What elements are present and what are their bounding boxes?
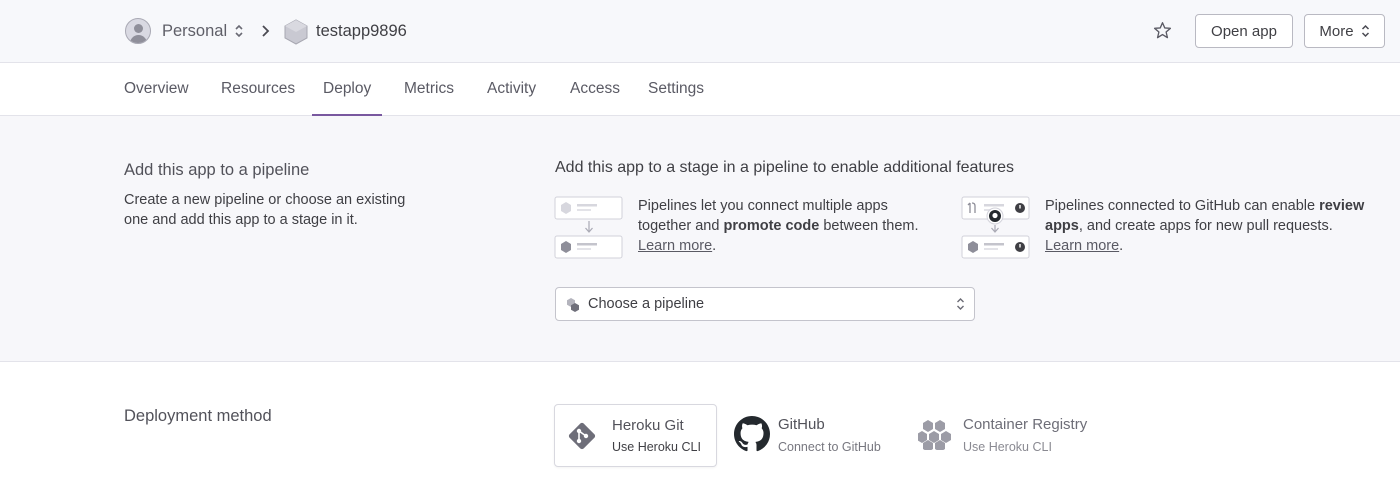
deploy-method-github[interactable]: GitHub Connect to GitHub <box>733 410 903 462</box>
pipeline-feature-review-apps: Pipelines connected to GitHub can enable… <box>1045 196 1364 256</box>
tab-activity[interactable]: Activity <box>487 80 536 98</box>
feature-text: together and <box>638 218 724 234</box>
feature-text-line: together and promote code between them. <box>638 216 919 236</box>
method-name: Container Registry <box>963 416 1088 433</box>
feature-text-line: apps, and create apps for new pull reque… <box>1045 216 1364 236</box>
chevron-right-icon <box>262 25 270 37</box>
pipeline-description-line: one and add this app to a stage in it. <box>124 212 358 228</box>
feature-text-bold: promote code <box>723 218 820 234</box>
tab-overview[interactable]: Overview <box>124 80 189 98</box>
chevron-updown-icon[interactable] <box>234 23 244 39</box>
method-subtitle: Use Heroku CLI <box>612 440 701 454</box>
container-registry-icon <box>918 420 951 450</box>
deploy-method-heroku-git[interactable]: Heroku Git Use Heroku CLI <box>554 404 717 467</box>
feature-text-bold: apps <box>1045 218 1079 234</box>
feature-text-line: Learn more. <box>1045 236 1364 256</box>
learn-more-link[interactable]: Learn more <box>638 238 712 254</box>
choose-pipeline-select[interactable]: Choose a pipeline <box>555 287 975 321</box>
account-switcher-label[interactable]: Personal <box>162 22 227 41</box>
method-subtitle: Use Heroku CLI <box>963 440 1052 454</box>
pipeline-features-heading: Add this app to a stage in a pipeline to… <box>555 159 1014 176</box>
pipeline-section-title: Add this app to a pipeline <box>124 161 310 179</box>
app-tabs: Overview Resources Deploy Metrics Activi… <box>0 63 1400 116</box>
tab-settings[interactable]: Settings <box>648 80 704 98</box>
more-button[interactable]: More <box>1304 14 1385 48</box>
method-subtitle: Connect to GitHub <box>778 440 881 454</box>
more-label: More <box>1319 22 1354 40</box>
tab-metrics[interactable]: Metrics <box>404 80 454 98</box>
pipeline-feature-promote: Pipelines let you connect multiple apps … <box>638 196 919 256</box>
feature-text-line: Pipelines let you connect multiple apps <box>638 198 888 214</box>
pipeline-section-description: Create a new pipeline or choose an exist… <box>124 190 405 230</box>
feature-text-bold: review <box>1319 198 1365 214</box>
deploy-method-container-registry[interactable]: Container Registry Use Heroku CLI <box>918 410 1108 462</box>
pipeline-icon <box>567 298 579 312</box>
tab-resources[interactable]: Resources <box>221 80 295 98</box>
method-name: GitHub <box>778 416 825 433</box>
method-name: Heroku Git <box>612 417 684 434</box>
feature-text: , and create apps for new pull requests. <box>1078 218 1333 234</box>
feature-text: . <box>1119 238 1124 254</box>
github-icon <box>734 416 770 452</box>
app-name-breadcrumb[interactable]: testapp9896 <box>316 22 407 41</box>
feature-text-line: Learn more. <box>638 236 919 256</box>
feature-text-line: Pipelines connected to GitHub can enable… <box>1045 196 1364 216</box>
pipeline-section: Add this app to a pipeline Create a new … <box>0 116 1400 362</box>
open-app-button[interactable]: Open app <box>1195 14 1293 48</box>
tab-deploy[interactable]: Deploy <box>323 80 371 98</box>
avatar[interactable] <box>125 18 151 44</box>
open-app-label: Open app <box>1211 22 1277 40</box>
app-hexagon-icon <box>284 19 308 45</box>
tab-access[interactable]: Access <box>570 80 620 98</box>
feature-text: between them. <box>819 218 919 234</box>
feature-text: . <box>712 238 717 254</box>
git-icon <box>568 422 596 450</box>
choose-pipeline-label: Choose a pipeline <box>588 296 705 312</box>
star-icon[interactable] <box>1153 21 1172 40</box>
pipeline-promote-illustration <box>554 196 623 259</box>
pipeline-description-line: Create a new pipeline or choose an exist… <box>124 192 406 208</box>
pipeline-github-illustration <box>961 196 1030 259</box>
deployment-method-title: Deployment method <box>124 407 272 425</box>
chevron-updown-icon <box>1361 24 1369 38</box>
chevron-updown-icon <box>957 298 964 310</box>
app-header: Personal testapp9896 Open app More <box>0 0 1400 63</box>
learn-more-link[interactable]: Learn more <box>1045 238 1119 254</box>
feature-text: Pipelines connected to GitHub can enable <box>1045 198 1320 214</box>
